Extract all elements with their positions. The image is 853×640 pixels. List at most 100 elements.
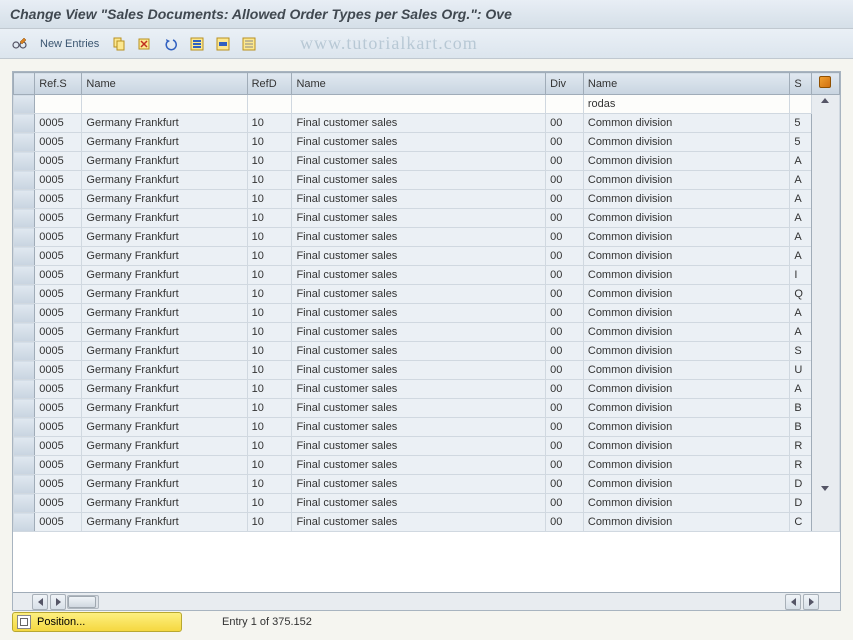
cell-s[interactable]: B: [790, 418, 811, 437]
cell-refd[interactable]: 10: [247, 342, 292, 361]
cell-refs[interactable]: 0005: [35, 494, 82, 513]
toggle-display-button[interactable]: [10, 34, 30, 54]
cell-s[interactable]: I: [790, 266, 811, 285]
cell-name2[interactable]: [292, 95, 546, 114]
cell-name1[interactable]: Germany Frankfurt: [82, 285, 247, 304]
cell-refs[interactable]: 0005: [35, 304, 82, 323]
cell-name3[interactable]: Common division: [583, 304, 789, 323]
cell-name1[interactable]: Germany Frankfurt: [82, 437, 247, 456]
cell-refs[interactable]: 0005: [35, 285, 82, 304]
cell-s[interactable]: 5: [790, 114, 811, 133]
cell-div[interactable]: 00: [546, 418, 584, 437]
cell-refd[interactable]: 10: [247, 437, 292, 456]
cell-div[interactable]: 00: [546, 114, 584, 133]
select-all-button[interactable]: [187, 34, 207, 54]
cell-s[interactable]: B: [790, 399, 811, 418]
scroll-left-button[interactable]: [32, 594, 48, 610]
cell-name3[interactable]: Common division: [583, 475, 789, 494]
cell-refs[interactable]: 0005: [35, 323, 82, 342]
cell-s[interactable]: A: [790, 228, 811, 247]
cell-refd[interactable]: [247, 95, 292, 114]
row-selector[interactable]: [14, 133, 35, 152]
cell-s[interactable]: A: [790, 209, 811, 228]
col-header-name2[interactable]: Name: [292, 73, 546, 95]
cell-refs[interactable]: 0005: [35, 513, 82, 532]
cell-div[interactable]: 00: [546, 285, 584, 304]
cell-name2[interactable]: Final customer sales: [292, 114, 546, 133]
cell-name2[interactable]: Final customer sales: [292, 513, 546, 532]
cell-name1[interactable]: Germany Frankfurt: [82, 228, 247, 247]
cell-name2[interactable]: Final customer sales: [292, 228, 546, 247]
row-selector[interactable]: [14, 361, 35, 380]
cell-div[interactable]: 00: [546, 399, 584, 418]
position-button[interactable]: Position...: [12, 612, 182, 632]
cell-refs[interactable]: 0005: [35, 437, 82, 456]
cell-name1[interactable]: Germany Frankfurt: [82, 399, 247, 418]
cell-name1[interactable]: Germany Frankfurt: [82, 342, 247, 361]
row-selector[interactable]: [14, 380, 35, 399]
cell-name2[interactable]: Final customer sales: [292, 133, 546, 152]
row-selector[interactable]: [14, 475, 35, 494]
deselect-all-button[interactable]: [239, 34, 259, 54]
cell-s[interactable]: 5: [790, 133, 811, 152]
cell-div[interactable]: 00: [546, 247, 584, 266]
cell-s[interactable]: A: [790, 152, 811, 171]
cell-name1[interactable]: Germany Frankfurt: [82, 152, 247, 171]
cell-div[interactable]: 00: [546, 513, 584, 532]
cell-s[interactable]: A: [790, 247, 811, 266]
cell-s[interactable]: R: [790, 456, 811, 475]
cell-s[interactable]: R: [790, 437, 811, 456]
cell-div[interactable]: 00: [546, 190, 584, 209]
row-selector[interactable]: [14, 418, 35, 437]
cell-div[interactable]: 00: [546, 171, 584, 190]
row-selector[interactable]: [14, 209, 35, 228]
cell-name2[interactable]: Final customer sales: [292, 399, 546, 418]
cell-refd[interactable]: 10: [247, 152, 292, 171]
row-selector[interactable]: [14, 171, 35, 190]
cell-name3[interactable]: Common division: [583, 171, 789, 190]
row-selector[interactable]: [14, 399, 35, 418]
cell-s[interactable]: A: [790, 380, 811, 399]
cell-refs[interactable]: 0005: [35, 475, 82, 494]
cell-name1[interactable]: Germany Frankfurt: [82, 380, 247, 399]
cell-s[interactable]: Q: [790, 285, 811, 304]
cell-refd[interactable]: 10: [247, 133, 292, 152]
row-selector[interactable]: [14, 342, 35, 361]
cell-div[interactable]: 00: [546, 380, 584, 399]
cell-name2[interactable]: Final customer sales: [292, 494, 546, 513]
cell-s[interactable]: D: [790, 494, 811, 513]
row-selector[interactable]: [14, 266, 35, 285]
cell-name2[interactable]: Final customer sales: [292, 418, 546, 437]
cell-refd[interactable]: 10: [247, 228, 292, 247]
cell-name3[interactable]: Common division: [583, 285, 789, 304]
scroll-right-button[interactable]: [50, 594, 66, 610]
cell-div[interactable]: 00: [546, 456, 584, 475]
cell-refs[interactable]: 0005: [35, 190, 82, 209]
new-entries-button[interactable]: New Entries: [36, 38, 103, 50]
cell-s[interactable]: A: [790, 190, 811, 209]
cell-refs[interactable]: 0005: [35, 209, 82, 228]
scroll-left-button-2[interactable]: [785, 594, 801, 610]
cell-name2[interactable]: Final customer sales: [292, 380, 546, 399]
cell-name2[interactable]: Final customer sales: [292, 247, 546, 266]
cell-div[interactable]: 00: [546, 437, 584, 456]
row-selector[interactable]: [14, 304, 35, 323]
col-header-div[interactable]: Div: [546, 73, 584, 95]
cell-s[interactable]: C: [790, 513, 811, 532]
cell-div[interactable]: 00: [546, 342, 584, 361]
cell-name2[interactable]: Final customer sales: [292, 323, 546, 342]
cell-s[interactable]: A: [790, 323, 811, 342]
hscroll-thumb[interactable]: [68, 596, 96, 608]
cell-refs[interactable]: 0005: [35, 171, 82, 190]
cell-refs[interactable]: 0005: [35, 228, 82, 247]
copy-button[interactable]: [109, 34, 129, 54]
cell-name1[interactable]: Germany Frankfurt: [82, 114, 247, 133]
cell-name2[interactable]: Final customer sales: [292, 304, 546, 323]
row-selector[interactable]: [14, 114, 35, 133]
cell-name1[interactable]: Germany Frankfurt: [82, 494, 247, 513]
cell-refd[interactable]: 10: [247, 304, 292, 323]
cell-name3[interactable]: Common division: [583, 190, 789, 209]
cell-name3[interactable]: Common division: [583, 323, 789, 342]
cell-refd[interactable]: 10: [247, 209, 292, 228]
cell-name3[interactable]: Common division: [583, 342, 789, 361]
